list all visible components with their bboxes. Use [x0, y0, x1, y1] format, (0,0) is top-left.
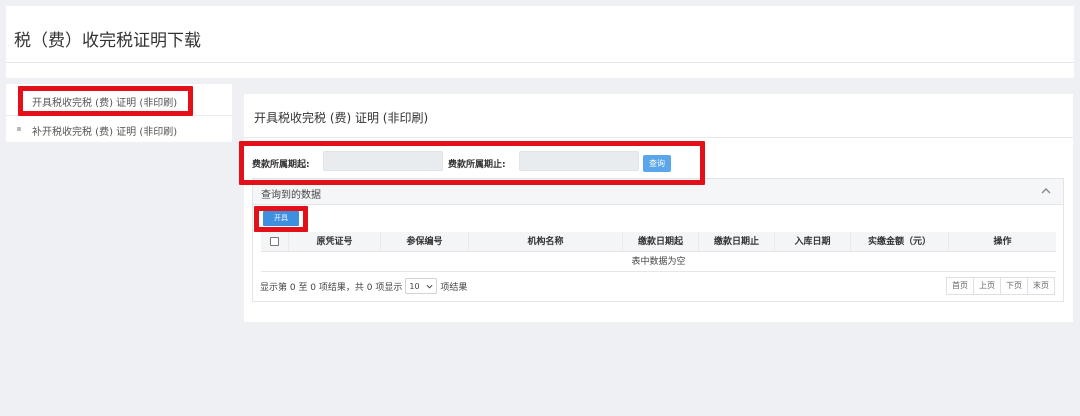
last-page-button[interactable]: 末页: [1027, 277, 1055, 295]
sidebar-item-label: 补开税收完税 (费) 证明 (非印刷): [32, 127, 178, 138]
next-page-button[interactable]: 下页: [1000, 277, 1028, 295]
results-header: 查询到的数据: [253, 179, 1063, 205]
col-original-voucher[interactable]: 原凭证号: [289, 232, 381, 251]
main-panel: 开具税收完税 (费) 证明 (非印刷) 费款所属期起: 费款所属期止: 查询 查…: [244, 94, 1073, 322]
table-header-row: 原凭证号 参保编号 机构名称 缴款日期起 缴款日期止 入库日期 实缴金额（元） …: [261, 232, 1056, 252]
end-period-input[interactable]: [519, 151, 639, 171]
first-page-button[interactable]: 首页: [946, 277, 974, 295]
table-footer: 显示第 0 至 0 项结果，共 0 项显示 10 项结果 首页 上页 下页 末页: [253, 273, 1063, 297]
filter-row: 费款所属期起: 费款所属期止: 查询: [244, 146, 704, 180]
header-divider: [6, 62, 1074, 63]
page-size-value: 10: [409, 281, 420, 291]
select-all-cell: [261, 232, 289, 251]
query-button[interactable]: 查询: [643, 155, 671, 172]
page-header: 税（费）收完税证明下载: [6, 6, 1074, 78]
bullet-icon: [17, 127, 21, 131]
page-title: 税（费）收完税证明下载: [14, 31, 201, 51]
page-size-select[interactable]: 10: [405, 278, 438, 294]
sidebar-item-reissue-certificate[interactable]: 补开税收完税 (费) 证明 (非印刷): [6, 115, 232, 142]
col-institution-name[interactable]: 机构名称: [469, 232, 623, 251]
col-storage-date[interactable]: 入库日期: [775, 232, 851, 251]
chevron-down-icon: [426, 284, 433, 289]
panel-divider: [244, 137, 1073, 138]
sidebar: 开具税收完税 (费) 证明 (非印刷) 补开税收完税 (费) 证明 (非印刷): [6, 84, 232, 142]
sidebar-item-label: 开具税收完税 (费) 证明 (非印刷): [32, 98, 178, 109]
start-period-input[interactable]: [323, 151, 443, 171]
issue-button[interactable]: 开具: [263, 211, 299, 226]
results-title: 查询到的数据: [261, 190, 321, 201]
col-insurance-number[interactable]: 参保编号: [381, 232, 469, 251]
col-actions: 操作: [993, 237, 1012, 247]
info-suffix: 项结果: [440, 282, 468, 293]
start-period-label: 费款所属期起:: [252, 160, 310, 170]
results-section: 查询到的数据 开具 原凭证号 参保编号 机构名称 缴款日期起 缴款日期止 入库日…: [252, 178, 1064, 302]
chevron-up-icon[interactable]: [1039, 184, 1053, 198]
end-period-label: 费款所属期止:: [448, 160, 506, 170]
sidebar-item-issue-certificate[interactable]: 开具税收完税 (费) 证明 (非印刷): [6, 87, 232, 114]
col-payment-start[interactable]: 缴款日期起: [623, 232, 699, 251]
panel-title: 开具税收完税 (费) 证明 (非印刷): [254, 111, 429, 125]
results-table: 原凭证号 参保编号 机构名称 缴款日期起 缴款日期止 入库日期 实缴金额（元） …: [261, 232, 1056, 272]
prev-page-button[interactable]: 上页: [973, 277, 1001, 295]
pagination: 首页 上页 下页 末页: [946, 277, 1055, 295]
pagination-info: 显示第 0 至 0 项结果，共 0 项显示 10 项结果: [260, 278, 467, 294]
col-payment-end[interactable]: 缴款日期止: [699, 232, 775, 251]
select-all-checkbox[interactable]: [270, 237, 279, 246]
info-prefix: 显示第 0 至 0 项结果，共 0 项显示: [260, 282, 403, 293]
col-paid-amount[interactable]: 实缴金额（元）: [851, 232, 949, 251]
empty-table-message: 表中数据为空: [261, 252, 1056, 272]
